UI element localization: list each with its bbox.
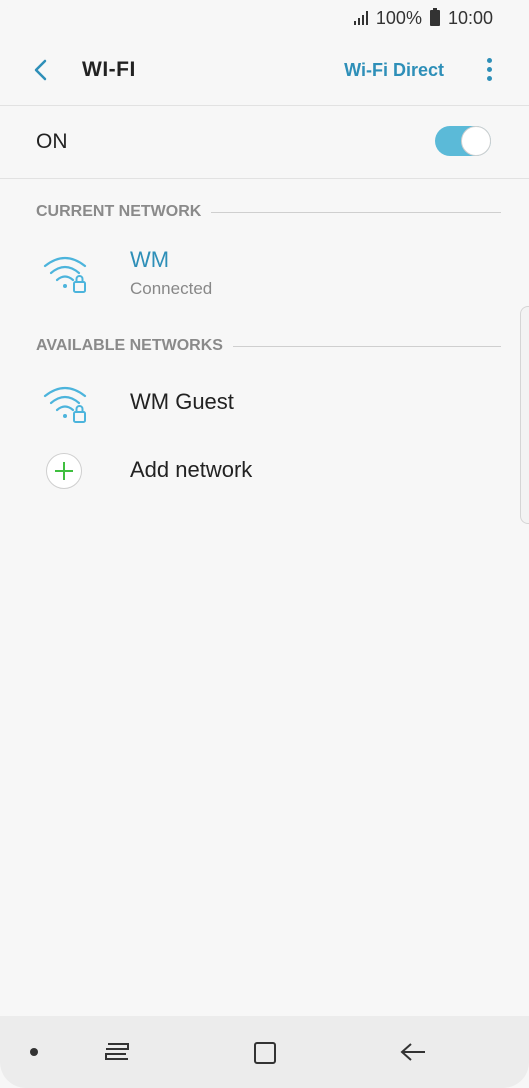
wifi-direct-button[interactable]: Wi-Fi Direct <box>344 60 444 81</box>
network-name: WM Guest <box>130 389 234 414</box>
wifi-locked-icon <box>43 256 87 293</box>
back-arrow-icon[interactable] <box>28 56 56 84</box>
add-network-item[interactable]: Add network <box>0 440 529 502</box>
home-icon[interactable] <box>252 1040 278 1066</box>
signal-icon <box>353 11 368 25</box>
status-bar: 100% 10:00 <box>0 0 529 36</box>
divider <box>0 178 529 179</box>
page-title: WI-FI <box>82 58 136 81</box>
wifi-toggle-row[interactable]: ON <box>0 106 529 178</box>
section-title: AVAILABLE NETWORKS <box>36 337 223 354</box>
app-bar: WI-FI Wi-Fi Direct <box>0 36 529 104</box>
section-rule <box>232 345 501 347</box>
navigation-bar <box>0 1016 529 1088</box>
nav-dot-icon[interactable] <box>30 1048 38 1056</box>
more-options-icon[interactable] <box>485 58 493 84</box>
network-item-wm[interactable]: WM Connected <box>0 240 529 306</box>
add-circle-icon <box>46 453 82 489</box>
wifi-locked-icon <box>43 386 87 423</box>
network-name: WM <box>130 247 170 272</box>
section-current-network: CURRENT NETWORK <box>36 203 501 221</box>
toggle-knob <box>461 126 491 156</box>
toggle-label: ON <box>36 130 68 153</box>
network-item-wm-guest[interactable]: WM Guest <box>0 372 529 434</box>
wifi-toggle-switch[interactable] <box>435 126 491 156</box>
battery-percent: 100% <box>375 7 422 28</box>
recent-apps-icon[interactable] <box>102 1040 132 1064</box>
scroll-handle[interactable] <box>520 306 529 524</box>
section-title: CURRENT NETWORK <box>36 203 202 220</box>
clock: 10:00 <box>447 7 493 28</box>
section-rule <box>211 211 501 213</box>
phone-screen: 100% 10:00 WI-FI Wi-Fi Direct ON CURRENT… <box>0 0 529 1088</box>
battery-icon <box>429 8 440 26</box>
add-network-label: Add network <box>130 457 253 482</box>
section-available-networks: AVAILABLE NETWORKS <box>36 337 501 355</box>
back-icon[interactable] <box>398 1040 428 1064</box>
network-status: Connected <box>130 279 213 298</box>
